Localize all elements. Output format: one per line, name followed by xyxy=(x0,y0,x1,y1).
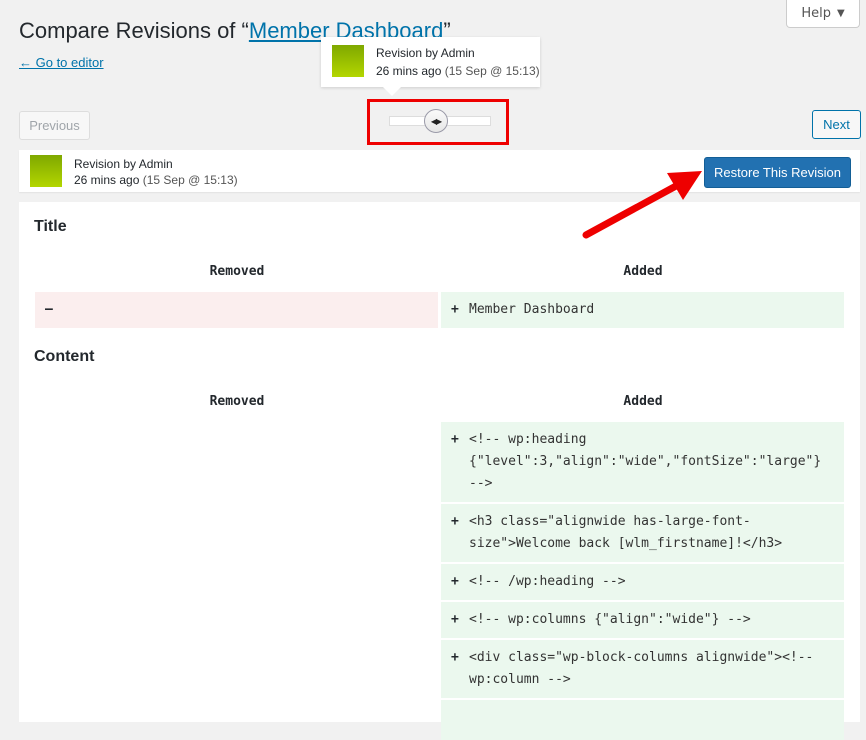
diff-added-row: + <!-- wp:columns {"align":"wide"} --> xyxy=(441,602,844,638)
next-button[interactable]: Next xyxy=(812,110,861,139)
revision-author: Admin xyxy=(138,157,173,171)
minus-icon: – xyxy=(45,302,53,317)
diff-added-row: + <!-- wp:heading {"level":3,"align":"wi… xyxy=(441,422,844,502)
diff-line: --> xyxy=(469,476,493,491)
arrows-left-right-icon: ◀▶ xyxy=(430,116,442,126)
restore-revision-button[interactable]: Restore This Revision xyxy=(704,157,851,188)
avatar xyxy=(332,45,364,77)
revision-time-ago: 26 mins ago xyxy=(74,173,140,187)
tooltip-time-ago: 26 mins ago xyxy=(376,64,442,78)
plus-icon: + xyxy=(451,514,459,529)
section-title-content: Content xyxy=(34,348,95,365)
revision-tooltip: Revision by Admin 26 mins ago (15 Sep @ … xyxy=(321,37,540,96)
diff-added-cell: + Member Dashboard xyxy=(441,292,844,328)
diff-line: <h3 class="alignwide has-large-font- xyxy=(469,514,751,529)
tooltip-date-line: 26 mins ago (15 Sep @ 15:13) xyxy=(376,64,540,78)
tooltip-author: Admin xyxy=(440,46,475,60)
diff-added-row: + <!-- /wp:heading --> xyxy=(441,564,844,600)
plus-icon: + xyxy=(451,574,459,589)
diff-line: <!-- wp:columns {"align":"wide"} --> xyxy=(469,612,751,627)
diff-added-row xyxy=(441,700,844,740)
plus-icon: + xyxy=(451,302,459,317)
diff-added-row: + <div class="wp-block-columns alignwide… xyxy=(441,640,844,698)
diff-panel: Title Removed Added – + Member Dashboard… xyxy=(19,202,860,740)
page-title-prefix: Compare Revisions of “ xyxy=(19,18,249,43)
diff-line: size">Welcome back [wlm_firstname]!</h3> xyxy=(469,536,783,551)
tooltip-author-line: Revision by Admin xyxy=(376,46,475,60)
revision-date: (15 Sep @ 15:13) xyxy=(142,173,238,187)
revision-author-line: Revision by Admin xyxy=(74,157,173,171)
added-column-header: Added xyxy=(623,264,663,279)
diff-line: <!-- /wp:heading --> xyxy=(469,574,626,589)
diff-removed-cell: – xyxy=(35,292,438,328)
section-title-title: Title xyxy=(34,218,67,235)
plus-icon: + xyxy=(451,650,459,665)
help-label: Help xyxy=(801,6,831,21)
plus-icon: + xyxy=(451,612,459,627)
revision-slider-handle[interactable]: ◀▶ xyxy=(424,109,448,133)
diff-line: Member Dashboard xyxy=(469,302,595,317)
removed-column-header: Removed xyxy=(209,264,265,279)
diff-added-row: + <h3 class="alignwide has-large-font- s… xyxy=(441,504,844,562)
tooltip-author-prefix: Revision by xyxy=(376,46,441,60)
go-to-editor-link[interactable]: ← Go to editor xyxy=(19,55,104,70)
revision-author-prefix: Revision by xyxy=(74,157,139,171)
diff-line: wp:column --> xyxy=(469,672,571,687)
plus-icon: + xyxy=(451,432,459,447)
help-tab-button[interactable]: Help ▼ xyxy=(786,0,860,28)
added-column-header: Added xyxy=(623,394,663,409)
previous-button[interactable]: Previous xyxy=(19,111,90,140)
diff-line: <!-- wp:heading xyxy=(469,432,587,447)
diff-line: <div class="wp-block-columns alignwide">… xyxy=(469,650,814,665)
avatar xyxy=(30,155,62,187)
diff-line: {"level":3,"align":"wide","fontSize":"la… xyxy=(469,454,822,469)
caret-down-icon: ▼ xyxy=(836,8,845,19)
revision-date-line: 26 mins ago (15 Sep @ 15:13) xyxy=(74,173,238,187)
removed-column-header: Removed xyxy=(209,394,265,409)
tooltip-date: (15 Sep @ 15:13) xyxy=(444,64,540,78)
